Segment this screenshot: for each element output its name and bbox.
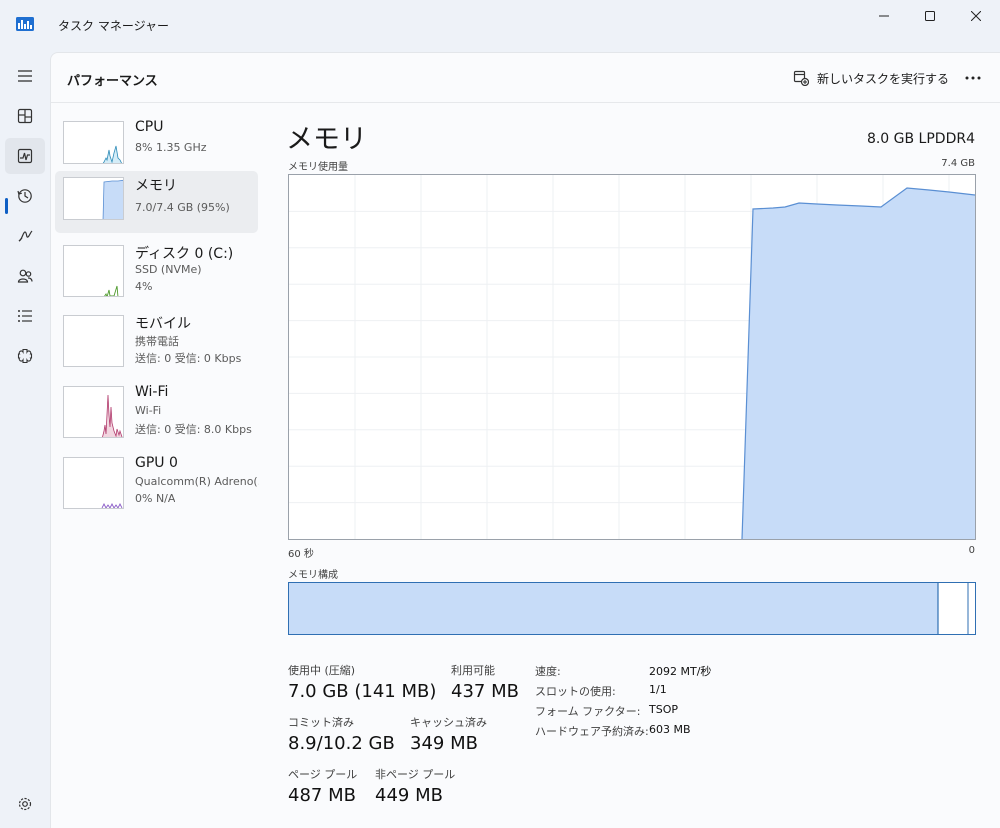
memory-composition-bar bbox=[288, 582, 976, 635]
nav-settings[interactable] bbox=[5, 786, 45, 822]
resource-cpu[interactable]: CPU 8% 1.35 GHz bbox=[55, 115, 258, 177]
memory-composition-label: メモリ構成 bbox=[288, 570, 338, 581]
resource-memory[interactable]: メモリ 7.0/7.4 GB (95%) bbox=[55, 171, 258, 233]
minimize-button[interactable] bbox=[861, 0, 907, 32]
nav-menu-button[interactable] bbox=[5, 58, 45, 94]
more-options-button[interactable] bbox=[959, 67, 987, 89]
available-label: 利用可能 bbox=[451, 664, 495, 677]
resource-detail: SSD (NVMe) bbox=[135, 263, 202, 276]
speed-label: 速度: bbox=[535, 665, 561, 678]
resource-name: モバイル bbox=[135, 316, 191, 332]
resource-detail: 送信: 0 受信: 0 Kbps bbox=[135, 352, 242, 365]
resource-name: CPU bbox=[135, 119, 164, 135]
form-factor-label: フォーム ファクター: bbox=[535, 705, 641, 718]
run-new-task-button[interactable]: 新しいタスクを実行する bbox=[793, 67, 949, 89]
resource-detail: 送信: 0 受信: 8.0 Kbps bbox=[135, 423, 252, 436]
close-button[interactable] bbox=[953, 0, 999, 32]
memory-usage-chart bbox=[288, 174, 976, 540]
resource-detail: 携帯電話 bbox=[135, 335, 179, 348]
resource-detail: Qualcomm(R) Adreno(... bbox=[135, 475, 259, 488]
services-icon bbox=[17, 348, 33, 364]
disk-thumbnail-graph bbox=[63, 245, 124, 297]
memory-usage-max: 7.4 GB bbox=[941, 158, 975, 169]
nav-processes[interactable] bbox=[5, 98, 45, 134]
more-options-icon bbox=[965, 76, 981, 80]
paged-pool-value: 487 MB bbox=[288, 785, 356, 806]
time-axis-end: 0 bbox=[968, 545, 975, 556]
title-bar: タスク マネージャー bbox=[0, 0, 1000, 50]
window-title: タスク マネージャー bbox=[58, 19, 169, 33]
resource-detail: 8% 1.35 GHz bbox=[135, 141, 207, 154]
run-task-icon bbox=[793, 70, 809, 86]
resource-detail: 0% N/A bbox=[135, 492, 176, 505]
users-icon bbox=[17, 269, 33, 283]
cached-label: キャッシュ済み bbox=[410, 716, 487, 729]
wifi-thumbnail-graph bbox=[63, 386, 124, 438]
nav-services[interactable] bbox=[5, 338, 45, 374]
in-use-value: 7.0 GB (141 MB) bbox=[288, 681, 437, 702]
resource-detail: 7.0/7.4 GB (95%) bbox=[135, 201, 230, 214]
nav-rail bbox=[0, 50, 50, 828]
slots-used-label: スロットの使用: bbox=[535, 685, 616, 698]
speed-value: 2092 MT/秒 bbox=[649, 665, 712, 678]
resource-name: メモリ bbox=[135, 178, 177, 194]
slots-used-value: 1/1 bbox=[649, 683, 667, 696]
resource-mobile[interactable]: モバイル 携帯電話 送信: 0 受信: 0 Kbps bbox=[55, 309, 258, 371]
run-new-task-label: 新しいタスクを実行する bbox=[817, 71, 950, 86]
menu-icon bbox=[18, 70, 32, 82]
nav-performance[interactable] bbox=[5, 138, 45, 174]
resource-name: GPU 0 bbox=[135, 455, 178, 471]
details-icon bbox=[18, 310, 32, 322]
page-title: パフォーマンス bbox=[67, 74, 158, 89]
hardware-reserved-label: ハードウェア予約済み: bbox=[535, 725, 649, 738]
committed-label: コミット済み bbox=[288, 716, 354, 729]
minimize-icon bbox=[879, 15, 889, 17]
memory-usage-graph bbox=[289, 175, 975, 539]
resource-disk[interactable]: ディスク 0 (C:) SSD (NVMe) 4% bbox=[55, 239, 258, 301]
maximize-icon bbox=[925, 11, 935, 21]
resource-detail: 4% bbox=[135, 280, 153, 293]
performance-icon bbox=[17, 148, 33, 164]
nav-startup-apps[interactable] bbox=[5, 218, 45, 254]
processes-icon bbox=[17, 108, 33, 124]
nav-users[interactable] bbox=[5, 258, 45, 294]
nonpaged-pool-label: 非ページ プール bbox=[375, 768, 456, 781]
close-icon bbox=[971, 11, 981, 21]
available-value: 437 MB bbox=[451, 681, 519, 702]
settings-icon bbox=[18, 797, 32, 811]
resource-wifi[interactable]: Wi-Fi Wi-Fi 送信: 0 受信: 8.0 Kbps bbox=[55, 380, 258, 442]
cpu-thumbnail-graph bbox=[63, 121, 124, 164]
resource-name: Wi-Fi bbox=[135, 384, 169, 400]
maximize-button[interactable] bbox=[907, 0, 953, 32]
detail-title: メモリ bbox=[286, 124, 367, 155]
app-history-icon bbox=[17, 189, 32, 203]
paged-pool-label: ページ プール bbox=[288, 768, 358, 781]
in-use-label: 使用中 (圧縮) bbox=[288, 664, 356, 677]
memory-usage-label: メモリ使用量 bbox=[288, 162, 348, 173]
committed-value: 8.9/10.2 GB bbox=[288, 733, 395, 754]
form-factor-value: TSOP bbox=[649, 703, 678, 716]
main-panel: パフォーマンス 新しいタスクを実行する CPU 8% 1.35 GHz メモリ … bbox=[50, 52, 1000, 828]
cached-value: 349 MB bbox=[410, 733, 478, 754]
memory-thumbnail-graph bbox=[63, 177, 124, 220]
resource-detail: Wi-Fi bbox=[135, 404, 162, 417]
time-axis-start: 60 秒 bbox=[288, 549, 314, 560]
nav-details[interactable] bbox=[5, 298, 45, 334]
resource-name: ディスク 0 (C:) bbox=[135, 246, 234, 262]
gpu-thumbnail-graph bbox=[63, 457, 124, 509]
task-manager-app-icon bbox=[16, 16, 34, 31]
memory-spec: 8.0 GB LPDDR4 bbox=[866, 131, 975, 147]
mobile-thumbnail-graph bbox=[63, 315, 124, 367]
nav-app-history[interactable] bbox=[5, 178, 45, 214]
hardware-reserved-value: 603 MB bbox=[649, 723, 691, 736]
page-header: パフォーマンス 新しいタスクを実行する bbox=[51, 53, 1000, 103]
resource-gpu[interactable]: GPU 0 Qualcomm(R) Adreno(... 0% N/A bbox=[55, 451, 259, 513]
nonpaged-pool-value: 449 MB bbox=[375, 785, 443, 806]
startup-apps-icon bbox=[18, 230, 33, 242]
